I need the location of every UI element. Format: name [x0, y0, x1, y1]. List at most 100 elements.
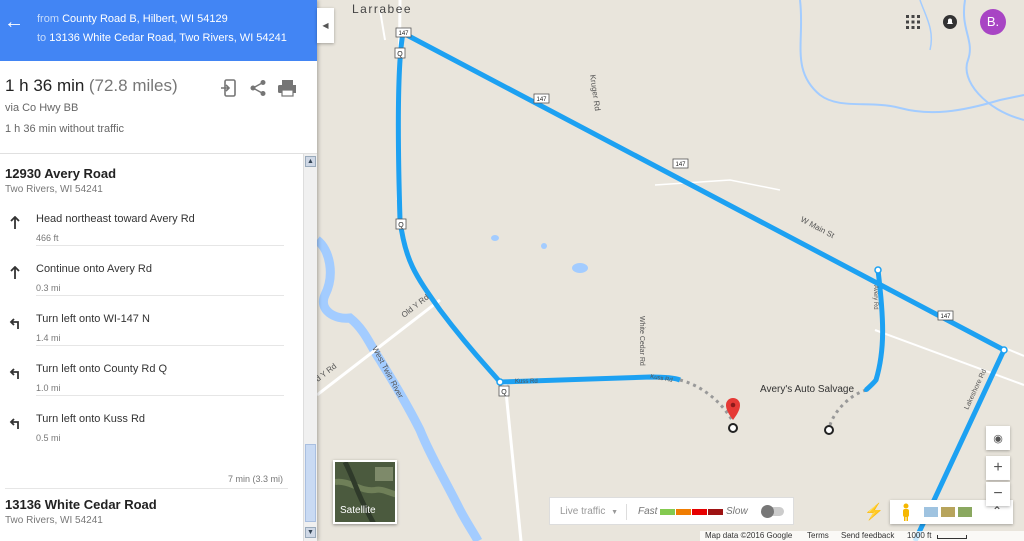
- end-city: Two Rivers, WI 54241: [5, 515, 103, 526]
- step-item[interactable]: Turn left onto Kuss Rd 0.5 mi: [0, 412, 300, 462]
- satellite-label: Satellite: [340, 505, 376, 516]
- map-data-text: Map data ©2016 Google: [705, 531, 793, 540]
- turn-left-icon: [9, 318, 19, 329]
- terms-link[interactable]: Terms: [807, 531, 829, 540]
- directions-header: ← from County Road B, Hilbert, WI 54129 …: [0, 0, 317, 61]
- zoom-out-button[interactable]: −: [986, 482, 1010, 506]
- step-separator: [36, 295, 284, 296]
- from-line[interactable]: from County Road B, Hilbert, WI 54129: [37, 13, 228, 25]
- map-svg: 147 147 147 147 Q Q Q Larrabee Kruger Rd…: [317, 0, 1024, 541]
- lightning-icon[interactable]: ⚡: [864, 502, 884, 522]
- step-text: Continue onto Avery Rd: [36, 263, 152, 275]
- account-bar: B.: [906, 8, 1006, 36]
- svg-text:147: 147: [398, 31, 409, 37]
- arrow-up-icon: [10, 216, 20, 229]
- arrow-up-icon: [10, 266, 20, 279]
- legend-darkred: [708, 509, 723, 515]
- zoom-controls: ◉ + −: [986, 426, 1010, 508]
- zoom-in-button[interactable]: +: [986, 456, 1010, 480]
- start-city: Two Rivers, WI 54241: [5, 184, 103, 195]
- crosshair-icon: ◉: [993, 433, 1003, 445]
- shield-147: 147: [533, 93, 550, 104]
- chevron-left-icon: ◀: [322, 21, 329, 30]
- send-to-phone-icon[interactable]: [221, 79, 239, 97]
- avatar[interactable]: B.: [980, 9, 1006, 35]
- back-arrow-icon[interactable]: ←: [4, 12, 24, 32]
- steps-scrollbar[interactable]: ▲ ▼: [303, 154, 317, 541]
- label-white-cedar-rd: White Cedar Rd: [638, 316, 645, 366]
- to-value: 13136 White Cedar Road, Two Rivers, WI 5…: [49, 32, 287, 44]
- chevron-down-icon: ▼: [611, 509, 619, 516]
- scroll-thumb[interactable]: [305, 444, 316, 522]
- step-separator: [36, 245, 284, 246]
- step-distance: 0.3 mi: [36, 283, 61, 293]
- route-node: [874, 266, 882, 274]
- collapse-panel-button[interactable]: ◀: [317, 8, 334, 43]
- poi-dot: [864, 388, 868, 392]
- step-item[interactable]: Continue onto Avery Rd 0.3 mi: [0, 262, 300, 312]
- svg-text:147: 147: [940, 314, 951, 320]
- send-feedback-link[interactable]: Send feedback: [841, 531, 894, 540]
- layer-thumb-photos[interactable]: [958, 507, 972, 517]
- route-via: via Co Hwy BB: [5, 102, 79, 114]
- to-line[interactable]: to 13136 White Cedar Road, Two Rivers, W…: [37, 32, 287, 44]
- step-separator: [36, 345, 284, 346]
- step-item[interactable]: Head northeast toward Avery Rd 466 ft: [0, 212, 300, 262]
- traffic-widget[interactable]: Live traffic ▼ Fast Slow: [549, 497, 794, 525]
- scroll-up-icon[interactable]: ▲: [305, 156, 316, 167]
- step-text: Turn left onto Kuss Rd: [36, 413, 146, 425]
- step-text: Turn left onto County Rd Q: [36, 363, 168, 375]
- my-location-button[interactable]: ◉: [986, 426, 1010, 450]
- layer-thumb-earth[interactable]: [941, 507, 955, 517]
- section-total: 7 min (3.3 mi): [227, 474, 283, 484]
- share-icon[interactable]: [249, 79, 267, 97]
- layer-thumb-terrain[interactable]: [924, 507, 938, 517]
- step-distance: 0.5 mi: [36, 433, 61, 443]
- svg-text:147: 147: [536, 97, 547, 103]
- start-address: 12930 Avery Road: [5, 166, 117, 181]
- legend-orange: [676, 509, 691, 515]
- scroll-down-icon[interactable]: ▼: [305, 527, 316, 538]
- turn-left-icon: [9, 368, 19, 379]
- shield-147: 147: [672, 158, 689, 169]
- step-item[interactable]: Turn left onto WI-147 N 1.4 mi: [0, 312, 300, 362]
- fast-label: Fast: [638, 506, 658, 517]
- route-distance: (72.8 miles): [88, 76, 178, 95]
- svg-text:Q: Q: [501, 389, 507, 396]
- notifications-icon[interactable]: [942, 14, 958, 30]
- steps-list: 12930 Avery Road Two Rivers, WI 54241 He…: [0, 154, 303, 541]
- print-icon[interactable]: [278, 79, 296, 97]
- start-marker[interactable]: [824, 425, 834, 435]
- turn-left-icon: [9, 418, 19, 429]
- step-separator: [36, 395, 284, 396]
- satellite-toggle[interactable]: Satellite: [333, 460, 397, 524]
- traffic-toggle[interactable]: [761, 505, 784, 518]
- shield-q: Q: [394, 47, 406, 59]
- step-text: Head northeast toward Avery Rd: [36, 213, 195, 225]
- app-root: 147 147 147 147 Q Q Q Larrabee Kruger Rd…: [0, 0, 1024, 541]
- scale-bar: [937, 535, 967, 539]
- step-distance: 1.0 mi: [36, 383, 61, 393]
- live-traffic-label: Live traffic: [560, 506, 606, 517]
- apps-grid-icon[interactable]: [906, 15, 920, 29]
- pegman-icon[interactable]: [901, 503, 911, 521]
- map-footer: Map data ©2016 Google Terms Send feedbac…: [700, 531, 1024, 541]
- to-prefix: to: [37, 32, 47, 44]
- route-time: 1 h 36 min: [5, 76, 85, 95]
- label-avery-rd: Avery Rd: [872, 285, 878, 310]
- traffic-divider: [626, 504, 627, 520]
- destination-marker[interactable]: [728, 423, 738, 433]
- from-prefix: from: [37, 13, 59, 25]
- label-averys-auto-salvage[interactable]: Avery's Auto Salvage: [760, 384, 854, 395]
- toggle-knob: [761, 505, 774, 518]
- live-traffic-dropdown[interactable]: Live traffic ▼: [560, 506, 618, 517]
- end-address: 13136 White Cedar Road: [5, 497, 157, 512]
- step-item[interactable]: Turn left onto County Rd Q 1.0 mi: [0, 362, 300, 412]
- from-value: County Road B, Hilbert, WI 54129: [62, 13, 228, 25]
- map-canvas[interactable]: 147 147 147 147 Q Q Q Larrabee Kruger Rd…: [317, 0, 1024, 541]
- step-text: Turn left onto WI-147 N: [36, 313, 150, 325]
- svg-text:Q: Q: [397, 51, 403, 58]
- legend-green: [660, 509, 675, 515]
- shield-147: 147: [937, 310, 954, 321]
- traffic-legend: [660, 509, 723, 515]
